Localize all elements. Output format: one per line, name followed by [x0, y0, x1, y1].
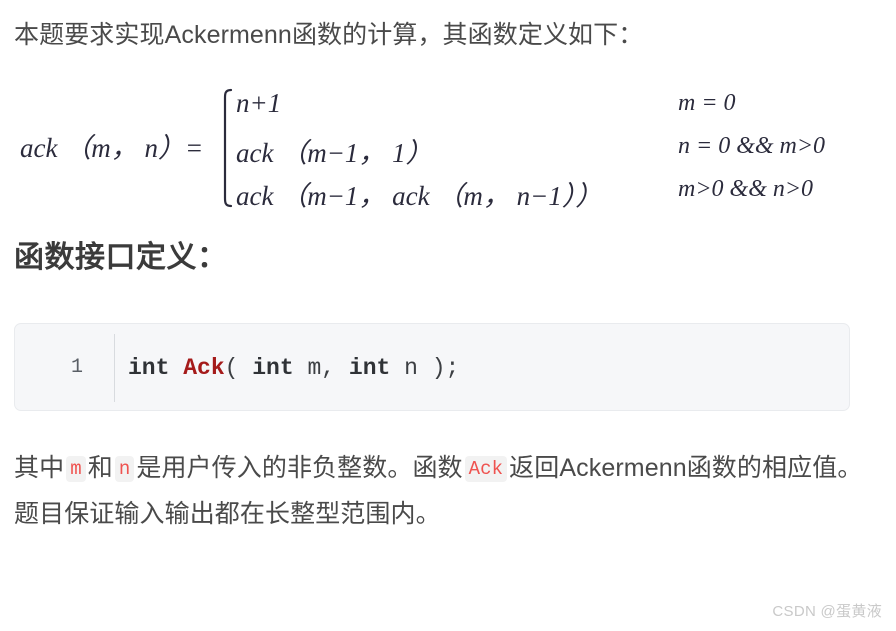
code-line-content: int Ack( int m, int n ); [128, 338, 459, 398]
code-token-param: n [404, 355, 432, 381]
code-token-param: m [307, 355, 322, 381]
intro-paragraph: 本题要求实现Ackermenn函数的计算，其函数定义如下： [14, 21, 644, 49]
paragraph-text: 其中 [14, 454, 65, 482]
left-curly-brace-icon [223, 88, 233, 208]
code-block: 1 int Ack( int m, int n ); [14, 323, 850, 411]
formula-case-expression: ack （m−1， ack （m， n−1）） [236, 181, 603, 211]
section-heading-function-interface: 函数接口定义： [14, 241, 228, 274]
csdn-watermark: CSDN @蛋黄液 [772, 603, 882, 620]
code-token-function: Ack [183, 355, 225, 381]
ackermann-formula: ack （m， n）= n+1 m = 0 ack （m−1， 1） n = 0… [14, 84, 882, 212]
formula-cases: n+1 m = 0 ack （m−1， 1） n = 0 && m>0 ack … [236, 84, 876, 213]
formula-case-row: ack （m−1， ack （m， n−1）） m>0 && n>0 [236, 170, 876, 213]
formula-case-condition: m>0 && n>0 [678, 176, 814, 202]
inline-code: n [114, 456, 135, 482]
inline-code: m [66, 456, 86, 482]
formula-case-expression: n+1 [236, 88, 282, 118]
formula-case-condition: n = 0 && m>0 [678, 133, 826, 159]
code-token-keyword: int [348, 355, 405, 381]
code-token-keyword: int [128, 355, 184, 381]
description-paragraph: 其中 m 和 n 是用户传入的非负整数。函数 Ack 返回Ackermenn函数的相应值。题… [14, 446, 874, 537]
inline-code: Ack [464, 456, 508, 482]
paragraph-text: 和 [87, 454, 113, 482]
formula-case-expression: ack （m−1， 1） [236, 138, 433, 168]
formula-case-row: n+1 m = 0 [236, 84, 876, 127]
paragraph-text: 是用户传入的非负整数。函数 [136, 454, 463, 482]
code-gutter-divider [114, 334, 115, 402]
code-token-punct: , [321, 355, 349, 381]
code-token-punct: ( [224, 355, 253, 381]
code-token-keyword: int [252, 355, 308, 381]
formula-lhs-text: ack （m， n）= [20, 133, 204, 163]
formula-case-row: ack （m−1， 1） n = 0 && m>0 [236, 127, 876, 170]
formula-case-condition: m = 0 [678, 90, 736, 116]
code-token-punct: ); [431, 355, 460, 381]
formula-left-hand-side: ack （m， n）= [20, 126, 203, 165]
code-line-number: 1 [70, 356, 83, 379]
